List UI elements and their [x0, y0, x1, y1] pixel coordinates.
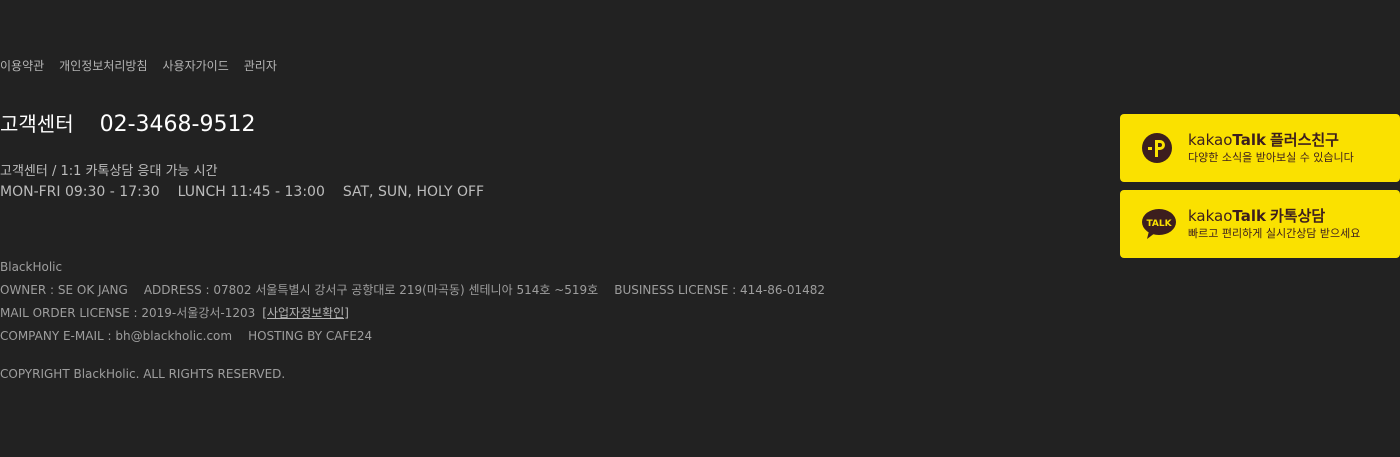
kakao-plus-friend-text: kakaoTalk 플러스친구 다양한 소식을 받아보실 수 있습니다	[1188, 131, 1354, 165]
customer-center-hours-caption: 고객센터 / 1:1 카톡상담 응대 가능 시간	[0, 164, 218, 179]
kakao-brand: kakao	[1188, 131, 1233, 149]
kakao-talk-consult-button[interactable]: TALK kakaoTalk 카톡상담 빠르고 편리하게 실시간상담 받으세요	[1120, 190, 1400, 258]
talk-consult-label: 카톡상담	[1269, 207, 1326, 225]
kakao-talk-consult-desc: 빠르고 편리하게 실시간상담 받으세요	[1188, 227, 1361, 240]
footer: 이용약관 개인정보처리방침 사용자가이드 관리자 고객센터 02-3468-95…	[0, 0, 1400, 457]
kakao-plus-friend-title: kakaoTalk 플러스친구	[1188, 131, 1354, 150]
hosting-info: HOSTING BY CAFE24	[248, 329, 373, 343]
svg-text:TALK: TALK	[1146, 219, 1172, 229]
address-info: ADDRESS : 07802 서울특별시 강서구 공항대로 219(마곡동) …	[143, 283, 599, 297]
privacy-policy-link[interactable]: 개인정보처리방침	[59, 57, 147, 74]
kakao-plus-friend-button[interactable]: kakaoTalk 플러스친구 다양한 소식을 받아보실 수 있습니다	[1120, 114, 1400, 182]
business-info-verify-link[interactable]: [사업자정보확인]	[262, 302, 349, 325]
customer-center-title: 고객센터 02-3468-9512	[0, 108, 255, 137]
company-name: BlackHolic	[0, 260, 63, 274]
copyright: COPYRIGHT BlackHolic. ALL RIGHTS RESERVE…	[0, 367, 286, 381]
company-info: BlackHolic OWNER : SE OK JANG ADDRESS : …	[0, 256, 825, 348]
user-guide-link[interactable]: 사용자가이드	[163, 57, 229, 74]
owner-info: OWNER : SE OK JANG	[0, 283, 128, 297]
talk-brand: Talk	[1232, 207, 1266, 225]
admin-link[interactable]: 관리자	[244, 57, 277, 74]
weekday-hours: MON-FRI 09:30 - 17:30	[0, 184, 160, 200]
weekend-hours: SAT, SUN, HOLY OFF	[342, 184, 485, 200]
customer-center-hours: MON-FRI 09:30 - 17:30 LUNCH 11:45 - 13:0…	[0, 184, 484, 200]
mail-order-license-info: MAIL ORDER LICENSE : 2019-서울강서-1203	[0, 306, 256, 320]
customer-center-phone: 02-3468-9512	[99, 112, 256, 137]
customer-center-label: 고객센터	[0, 112, 74, 136]
kakao-talk-consult-title: kakaoTalk 카톡상담	[1188, 207, 1360, 226]
kakao-talk-icon: TALK	[1142, 209, 1176, 239]
kakao-talk-consult-text: kakaoTalk 카톡상담 빠르고 편리하게 실시간상담 받으세요	[1188, 207, 1360, 241]
kakao-plus-friend-icon	[1142, 133, 1172, 163]
kakao-plus-friend-desc: 다양한 소식을 받아보실 수 있습니다	[1188, 151, 1354, 164]
lunch-hours: LUNCH 11:45 - 13:00	[177, 184, 325, 200]
terms-link[interactable]: 이용약관	[0, 57, 44, 74]
business-license-info: BUSINESS LICENSE : 414-86-01482	[614, 283, 826, 297]
talk-brand: Talk	[1232, 131, 1266, 149]
footer-links: 이용약관 개인정보처리방침 사용자가이드 관리자	[0, 57, 277, 74]
kakao-brand: kakao	[1188, 207, 1233, 225]
company-email-info: COMPANY E-MAIL : bh@blackholic.com	[0, 329, 233, 343]
plus-friend-label: 플러스친구	[1269, 131, 1339, 149]
